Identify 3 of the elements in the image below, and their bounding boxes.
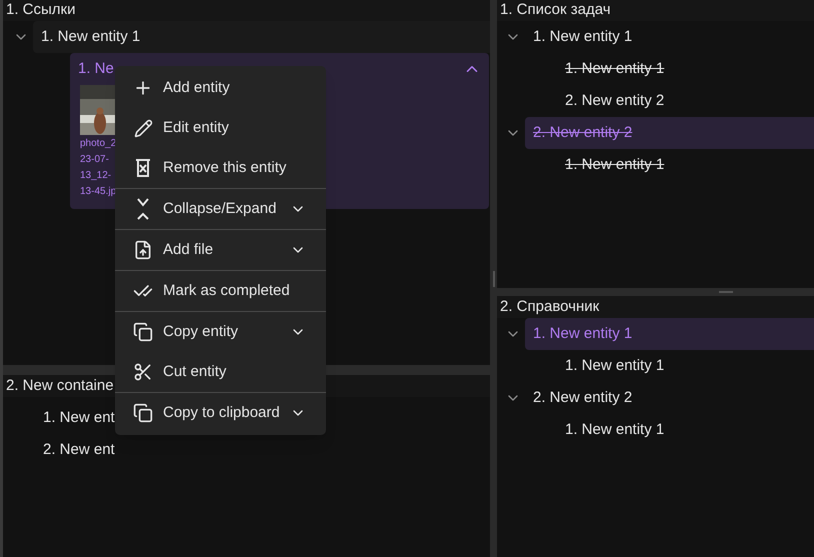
panel-header: 1. Список задач [497,0,814,21]
panel-header: 1. Ссылки [3,0,490,21]
panel-header: 2. Справочник [497,296,814,318]
